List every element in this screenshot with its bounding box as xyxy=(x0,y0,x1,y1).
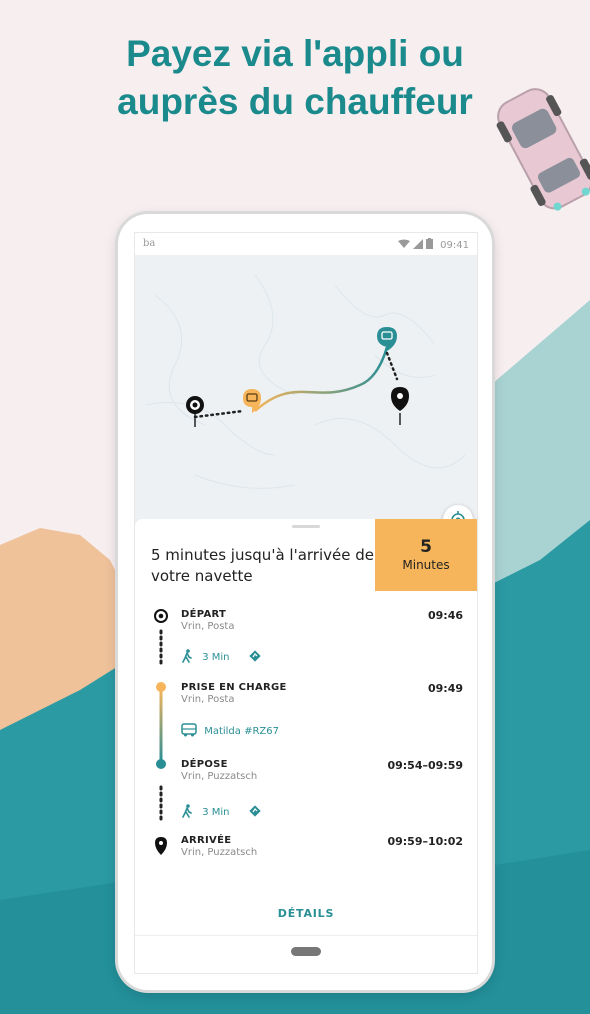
origin-icon xyxy=(154,609,168,623)
status-bar-app-label: ba xyxy=(143,238,156,249)
origin-marker-icon xyxy=(186,396,204,427)
eta-badge: 5 Minutes xyxy=(375,519,477,591)
divider xyxy=(135,935,477,936)
phone-mockup: ba 09:41 5 minutes jusqu'à l'arrivée de … xyxy=(118,214,492,990)
sheet-drag-handle[interactable] xyxy=(292,525,320,528)
stop-depart[interactable]: DÉPART Vrin, Posta 09:46 xyxy=(181,609,471,632)
walk-duration: 3 Min xyxy=(202,652,230,663)
walking-person-icon xyxy=(182,804,192,818)
stop-dropoff[interactable]: DÉPOSE Vrin, Puzzatsch 09:54–09:59 xyxy=(181,759,471,782)
home-indicator[interactable] xyxy=(291,947,321,956)
stop-place: Vrin, Posta xyxy=(181,621,235,632)
itinerary-timeline xyxy=(154,609,168,855)
map-view[interactable] xyxy=(135,255,477,535)
destination-pin-icon xyxy=(155,837,167,855)
stop-time: 09:46 xyxy=(427,609,463,622)
eta-unit: Minutes xyxy=(402,558,450,572)
stop-time: 09:59–10:02 xyxy=(387,835,463,848)
stop-pickup[interactable]: PRISE EN CHARGE Vrin, Posta 09:49 xyxy=(181,682,471,705)
dropoff-shuttle-marker-icon xyxy=(377,327,397,351)
stop-time: 09:54–09:59 xyxy=(387,759,463,772)
stop-place: Vrin, Puzzatsch xyxy=(181,771,258,782)
walk-duration: 3 Min xyxy=(202,807,230,818)
eta-value: 5 xyxy=(420,537,432,557)
stop-place: Vrin, Posta xyxy=(181,694,235,705)
route-map xyxy=(144,274,466,489)
status-bar: ba 09:41 xyxy=(135,233,477,255)
directions-icon xyxy=(249,805,261,817)
vehicle-name: Matilda #RZ67 xyxy=(204,726,279,737)
stop-arrival[interactable]: ARRIVÉE Vrin, Puzzatsch 09:59–10:02 xyxy=(181,835,471,858)
eta-message: 5 minutes jusqu'à l'arrivée de votre nav… xyxy=(151,546,374,585)
headline: Payez via l'appli ou auprès du chauffeur xyxy=(0,30,590,126)
walk-segment-2[interactable]: 3 Min xyxy=(181,804,261,818)
signal-icon xyxy=(412,239,423,249)
battery-icon xyxy=(425,238,433,249)
directions-icon xyxy=(249,650,261,662)
vehicle-info[interactable]: Matilda #RZ67 xyxy=(181,723,279,737)
promo-scene: Payez via l'appli ou auprès du chauffeur… xyxy=(0,0,590,1014)
headline-line-2: auprès du chauffeur xyxy=(117,81,473,122)
details-button[interactable]: DÉTAILS xyxy=(135,907,477,920)
status-bar-time: 09:41 xyxy=(440,240,469,251)
trip-bottom-sheet: 5 minutes jusqu'à l'arrivée de votre nav… xyxy=(135,519,477,973)
destination-marker-icon xyxy=(391,387,409,425)
shuttle-bus-icon xyxy=(181,723,197,737)
stop-place: Vrin, Puzzatsch xyxy=(181,847,258,858)
phone-screen: ba 09:41 5 minutes jusqu'à l'arrivée de … xyxy=(134,232,478,974)
walking-person-icon xyxy=(182,649,192,663)
dropoff-icon xyxy=(156,759,166,769)
walk-segment-1[interactable]: 3 Min xyxy=(181,649,261,663)
headline-line-1: Payez via l'appli ou xyxy=(126,33,464,74)
wifi-icon xyxy=(397,239,410,248)
stop-time: 09:49 xyxy=(427,682,463,695)
